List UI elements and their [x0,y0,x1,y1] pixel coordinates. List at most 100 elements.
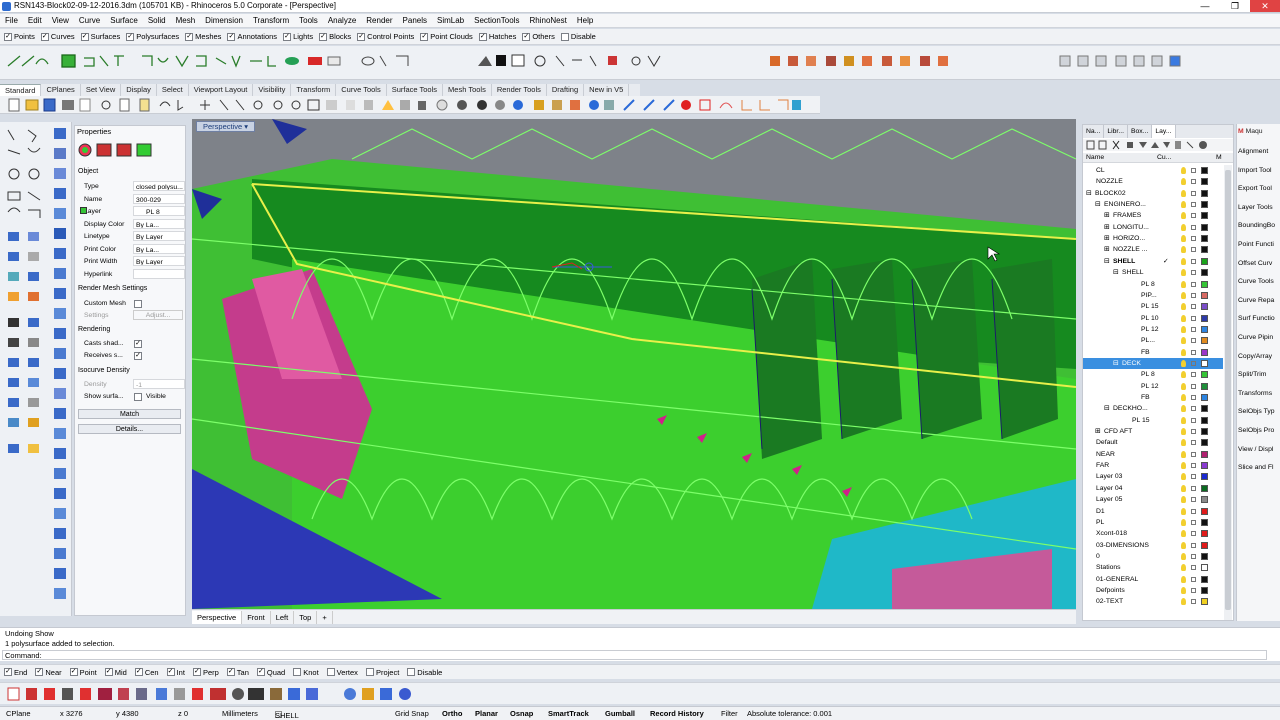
layer-color-swatch[interactable] [1201,598,1208,606]
layer-row[interactable]: PL... [1083,335,1223,346]
menu-surface[interactable]: Surface [105,16,143,25]
layer-color-swatch[interactable] [1201,382,1208,390]
view-tab-left[interactable]: Left [271,610,295,624]
view-tab-top[interactable]: Top [294,610,318,624]
lightbulb-icon[interactable] [1181,269,1186,277]
layer-row[interactable]: Layer 05 [1083,494,1223,505]
layer-row[interactable]: PL 8 [1083,279,1223,290]
filter-curves[interactable]: Curves [40,32,75,41]
layer-row[interactable]: ⊟ SHELL [1083,267,1223,278]
perspective-viewport[interactable]: Perspective ▾ [192,119,1076,609]
plugin-panel-header[interactable]: M Maqu [1238,128,1280,135]
lock-icon[interactable] [1191,326,1196,332]
lock-icon[interactable] [1191,497,1196,503]
expand-toggle-icon[interactable]: ⊞ [1095,426,1101,437]
layer-color-swatch[interactable] [1201,303,1208,311]
expand-toggle-icon[interactable]: ⊟ [1113,267,1119,278]
menu-render[interactable]: Render [361,16,397,25]
expand-toggle-icon[interactable]: ⊞ [1104,233,1110,244]
osnap-checkbox[interactable] [104,668,113,676]
property-value[interactable]: By Layer [133,256,185,266]
lightbulb-icon[interactable] [1181,257,1186,265]
osnap-checkbox[interactable] [134,668,143,676]
lock-icon[interactable] [1191,531,1196,537]
filter-checkbox[interactable] [4,32,12,41]
viewport-title[interactable]: Perspective ▾ [196,121,256,132]
panel-tab-lay[interactable]: Lay... [1152,125,1176,138]
lightbulb-icon[interactable] [1181,552,1186,560]
plugin-item-point-functi[interactable]: Point Functi [1238,241,1280,248]
filter-checkbox[interactable] [357,32,366,41]
panel-tab-libr[interactable]: Libr... [1104,125,1128,138]
lock-icon[interactable] [1191,270,1196,276]
panel-tab-na[interactable]: Na... [1083,125,1105,138]
layer-row[interactable]: Layer 03 [1083,471,1223,482]
record-history-toggle[interactable]: Record History [650,709,704,718]
layer-color-swatch[interactable] [1201,235,1208,243]
layer-row[interactable]: ⊞ LONGITU... [1083,222,1223,233]
plugin-item-curve-tools[interactable]: Curve Tools [1238,278,1280,285]
filter-others[interactable]: Others [522,32,555,41]
lock-icon[interactable] [1191,281,1196,287]
tab-visibility[interactable]: Visibility [253,84,292,96]
layer-row[interactable]: 01-GENERAL [1083,574,1223,585]
layer-row[interactable]: ⊟ DECK [1083,357,1223,370]
osnap-checkbox[interactable] [293,668,302,676]
osnap-checkbox[interactable] [326,668,335,676]
tab-render-tools[interactable]: Render Tools [492,84,547,96]
menu-solid[interactable]: Solid [143,16,171,25]
lightbulb-icon[interactable] [1181,167,1186,174]
close-button[interactable]: ✕ [1250,0,1280,12]
lock-icon[interactable] [1191,508,1196,514]
expand-toggle-icon[interactable]: ⊞ [1104,222,1110,233]
lock-icon[interactable] [1191,338,1196,344]
filter-checkbox[interactable] [227,32,236,41]
lock-icon[interactable] [1191,292,1196,298]
menu-sectiontools[interactable]: SectionTools [469,16,524,25]
properties-page-icons[interactable] [77,142,157,158]
units-status[interactable]: Millimeters [222,709,258,718]
layer-row[interactable]: NOZZLE [1083,176,1223,187]
layer-color-swatch[interactable] [1201,359,1208,367]
lightbulb-icon[interactable] [1181,325,1186,333]
menu-transform[interactable]: Transform [248,16,294,25]
layer-row[interactable]: ⊟ BLOCK02 [1083,188,1223,199]
osnap-tan[interactable]: Tan [226,668,249,677]
property-value[interactable]: closed polysu... [133,181,185,191]
lightbulb-icon[interactable] [1181,473,1186,481]
layer-color-swatch[interactable] [1201,280,1208,288]
lightbulb-icon[interactable] [1181,484,1186,492]
layer-row[interactable]: Default [1083,437,1223,448]
osnap-mid[interactable]: Mid [104,668,127,677]
adjust-button[interactable]: Adjust... [133,310,183,320]
layer-row[interactable]: ⊟ SHELL ✓ [1083,256,1223,267]
bottom-toolbar-icons[interactable] [0,683,420,705]
osnap-disable[interactable]: Disable [407,668,442,677]
property-value[interactable]: By La... [133,243,185,254]
lightbulb-icon[interactable] [1181,586,1186,594]
lock-icon[interactable] [1191,202,1196,208]
minimize-button[interactable]: — [1190,0,1220,12]
filter-disable[interactable]: Disable [560,32,596,41]
lock-icon[interactable] [1191,406,1196,412]
layer-color-swatch[interactable] [1201,291,1208,299]
layer-color-swatch[interactable] [1201,325,1208,333]
menu-view[interactable]: View [47,16,74,25]
left-toolbar-icons[interactable] [0,122,72,616]
lightbulb-icon[interactable] [1181,337,1186,345]
lock-icon[interactable] [1191,474,1196,480]
osnap-point[interactable]: Point [69,668,97,677]
plugin-item-alignment[interactable]: Alignment [1238,148,1280,155]
tab-transform[interactable]: Transform [291,84,337,96]
standard-toolbar-icons[interactable] [0,96,820,114]
maximize-button[interactable]: ❐ [1220,0,1250,12]
expand-toggle-icon[interactable]: ⊞ [1104,210,1110,221]
menu-dimension[interactable]: Dimension [200,16,248,25]
property-value[interactable]: By La... [133,218,185,229]
filter-annotations[interactable]: Annotations [227,32,277,41]
layer-row[interactable]: Defpoints [1083,585,1223,596]
osnap-knot[interactable]: Knot [293,668,319,677]
plugin-item-view-displ[interactable]: View / Displ [1238,446,1280,453]
layer-row[interactable]: ⊞ CFD AFT [1083,426,1223,437]
osnap-end[interactable]: End [4,668,27,677]
